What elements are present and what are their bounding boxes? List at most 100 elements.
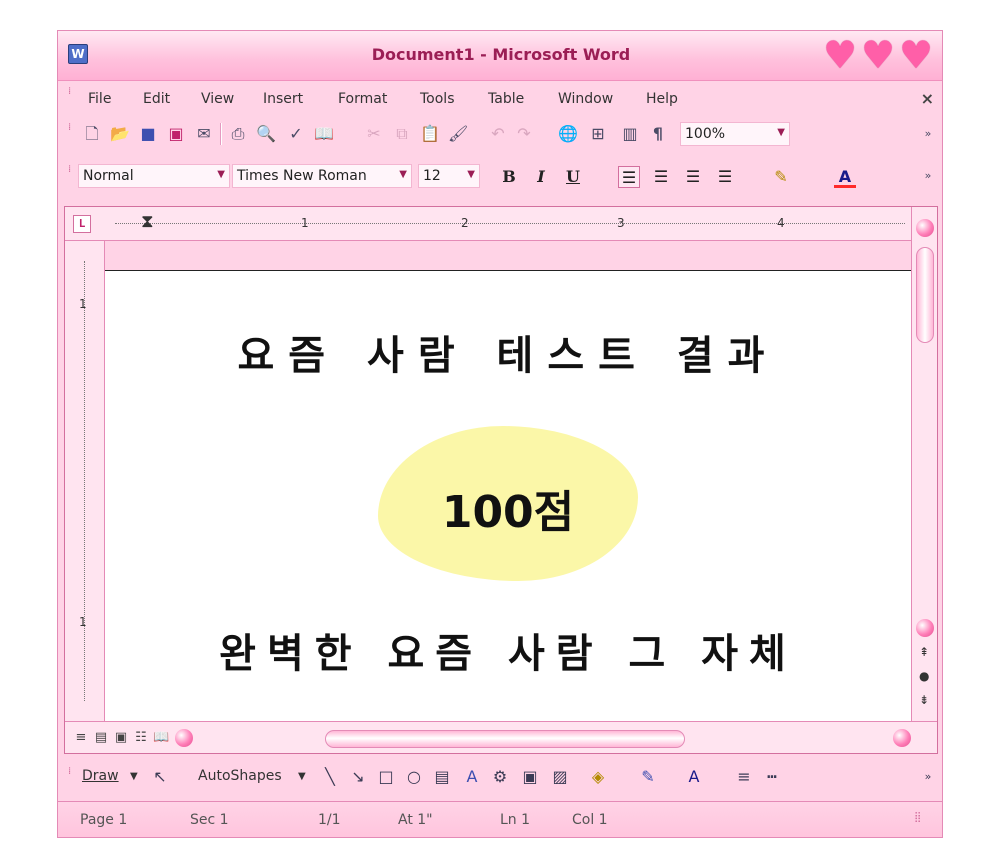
select-objects-icon[interactable]: ↖: [150, 767, 170, 787]
resize-grip-icon[interactable]: ⣿: [914, 812, 921, 823]
italic-button[interactable]: I: [530, 166, 552, 188]
chevron-down-icon: ▼: [217, 169, 225, 180]
tab-stop-icon[interactable]: L: [73, 215, 91, 233]
picture-icon[interactable]: ▨: [550, 767, 570, 787]
print-preview-icon[interactable]: 🔍: [256, 124, 276, 144]
research-icon[interactable]: 📖: [314, 124, 334, 144]
style-value: Normal: [83, 168, 134, 184]
menu-edit[interactable]: Edit: [143, 91, 170, 107]
toolbar-options-icon[interactable]: »: [918, 166, 938, 186]
line-color-icon[interactable]: ✎: [638, 767, 658, 787]
wordart-icon[interactable]: A: [462, 767, 482, 787]
align-right-icon[interactable]: ☰: [682, 166, 704, 188]
ruler-track: [115, 223, 905, 225]
menu-insert[interactable]: Insert: [263, 91, 303, 107]
font-size-select[interactable]: 12 ▼: [418, 164, 480, 188]
clip-art-icon[interactable]: ▣: [520, 767, 540, 787]
highlight-icon[interactable]: ✎: [770, 166, 792, 188]
formatting-toolbar: ⁞ Normal ▼ Times New Roman ▼ 12 ▼ B I U …: [58, 159, 942, 193]
rectangle-icon[interactable]: □: [376, 767, 396, 787]
menu-window[interactable]: Window: [558, 91, 613, 107]
line-icon[interactable]: ╲: [320, 767, 340, 787]
autoshapes-menu-button[interactable]: AutoShapes: [198, 768, 282, 784]
minimize-heart-icon[interactable]: ♥: [822, 36, 858, 74]
hyperlink-icon[interactable]: 🌐: [558, 124, 578, 144]
font-color-icon[interactable]: A: [684, 767, 704, 787]
scroll-down-icon[interactable]: [916, 619, 934, 637]
word-window: W Document1 - Microsoft Word ♥ ♥ ♥ ⁞ Fil…: [57, 30, 943, 838]
line-style-icon[interactable]: ≡: [734, 767, 754, 787]
close-heart-icon[interactable]: ♥: [898, 36, 934, 74]
page-body[interactable]: 요즘 사람 테스트 결과 100점 완벽한 요즘 사람 그 자체: [105, 271, 911, 721]
horizontal-ruler[interactable]: L 1 2 3 4 ⧗: [65, 207, 911, 241]
font-color-icon[interactable]: A: [834, 166, 856, 188]
undo-icon[interactable]: ↶: [488, 124, 508, 144]
align-center-icon[interactable]: ☰: [650, 166, 672, 188]
copy-icon[interactable]: ⧉: [392, 124, 412, 144]
style-select[interactable]: Normal ▼: [78, 164, 230, 188]
scroll-up-icon[interactable]: [916, 219, 934, 237]
email-icon[interactable]: ✉: [194, 124, 214, 144]
fill-color-icon[interactable]: ◈: [588, 767, 608, 787]
align-left-icon[interactable]: ☰: [618, 166, 640, 188]
menu-format[interactable]: Format: [338, 91, 387, 107]
diagram-icon[interactable]: ⚙: [490, 767, 510, 787]
tables-borders-icon[interactable]: ⊞: [588, 124, 608, 144]
vertical-scrollbar[interactable]: ⇞ ● ⇟: [911, 207, 937, 721]
chevron-down-icon: ▼: [777, 127, 785, 138]
save-icon[interactable]: ■: [138, 124, 158, 144]
toolbar-options-icon[interactable]: »: [918, 767, 938, 787]
menu-table[interactable]: Table: [488, 91, 524, 107]
indent-marker-icon[interactable]: ⧗: [141, 211, 154, 232]
vertical-scroll-thumb[interactable]: [916, 247, 934, 343]
scroll-right-icon[interactable]: [893, 729, 911, 747]
bold-button[interactable]: B: [498, 166, 520, 188]
status-page-count: 1/1: [318, 812, 341, 828]
cut-icon[interactable]: ✂: [364, 124, 384, 144]
redo-icon[interactable]: ↷: [514, 124, 534, 144]
document-close-button[interactable]: ×: [921, 89, 934, 108]
toolbar-grip-icon[interactable]: ⁞: [68, 165, 72, 175]
web-layout-icon[interactable]: ▤: [93, 730, 109, 746]
next-page-icon[interactable]: ⇟: [919, 693, 929, 707]
new-document-icon[interactable]: 🗋: [82, 124, 102, 144]
spelling-icon[interactable]: ✓: [286, 124, 306, 144]
scroll-left-icon[interactable]: [175, 729, 193, 747]
arrow-icon[interactable]: ↘: [348, 767, 368, 787]
toolbar-options-icon[interactable]: »: [918, 124, 938, 144]
font-select[interactable]: Times New Roman ▼: [232, 164, 412, 188]
underline-button[interactable]: U: [562, 166, 584, 188]
previous-page-icon[interactable]: ⇞: [919, 645, 929, 659]
justify-icon[interactable]: ☰: [714, 166, 736, 188]
zoom-value: 100%: [685, 126, 726, 142]
document-title-text: 요즘 사람 테스트 결과: [237, 333, 779, 379]
reading-layout-icon[interactable]: 📖: [153, 730, 169, 746]
menu-grip-icon[interactable]: ⁞: [68, 87, 72, 97]
format-painter-icon[interactable]: 🖌: [448, 124, 468, 144]
menu-file[interactable]: File: [88, 91, 111, 107]
menu-tools[interactable]: Tools: [420, 91, 455, 107]
draw-menu-button[interactable]: Draw: [82, 768, 119, 784]
outline-view-icon[interactable]: ☷: [133, 730, 149, 746]
zoom-select[interactable]: 100% ▼: [680, 122, 790, 146]
horizontal-scroll-thumb[interactable]: [325, 730, 685, 748]
toolbar-grip-icon[interactable]: ⁞: [68, 123, 72, 133]
oval-icon[interactable]: ○: [404, 767, 424, 787]
open-folder-icon[interactable]: 📂: [110, 124, 130, 144]
menu-help[interactable]: Help: [646, 91, 678, 107]
document-page[interactable]: 요즘 사람 테스트 결과 100점 완벽한 요즘 사람 그 자체: [105, 241, 911, 721]
menu-view[interactable]: View: [201, 91, 234, 107]
select-browse-object-icon[interactable]: ●: [919, 669, 929, 683]
normal-view-icon[interactable]: ≡: [73, 730, 89, 746]
vertical-ruler[interactable]: 1 1: [65, 241, 105, 721]
print-icon[interactable]: ⎙: [228, 124, 248, 144]
dash-style-icon[interactable]: ┅: [762, 767, 782, 787]
maximize-heart-icon[interactable]: ♥: [860, 36, 896, 74]
columns-icon[interactable]: ▥: [620, 124, 640, 144]
toolbar-grip-icon[interactable]: ⁞: [68, 767, 72, 777]
paste-icon[interactable]: 📋: [420, 124, 440, 144]
print-layout-icon[interactable]: ▣: [113, 730, 129, 746]
permission-icon[interactable]: ▣: [166, 124, 186, 144]
text-box-icon[interactable]: ▤: [432, 767, 452, 787]
pilcrow-icon[interactable]: ¶: [648, 124, 668, 144]
